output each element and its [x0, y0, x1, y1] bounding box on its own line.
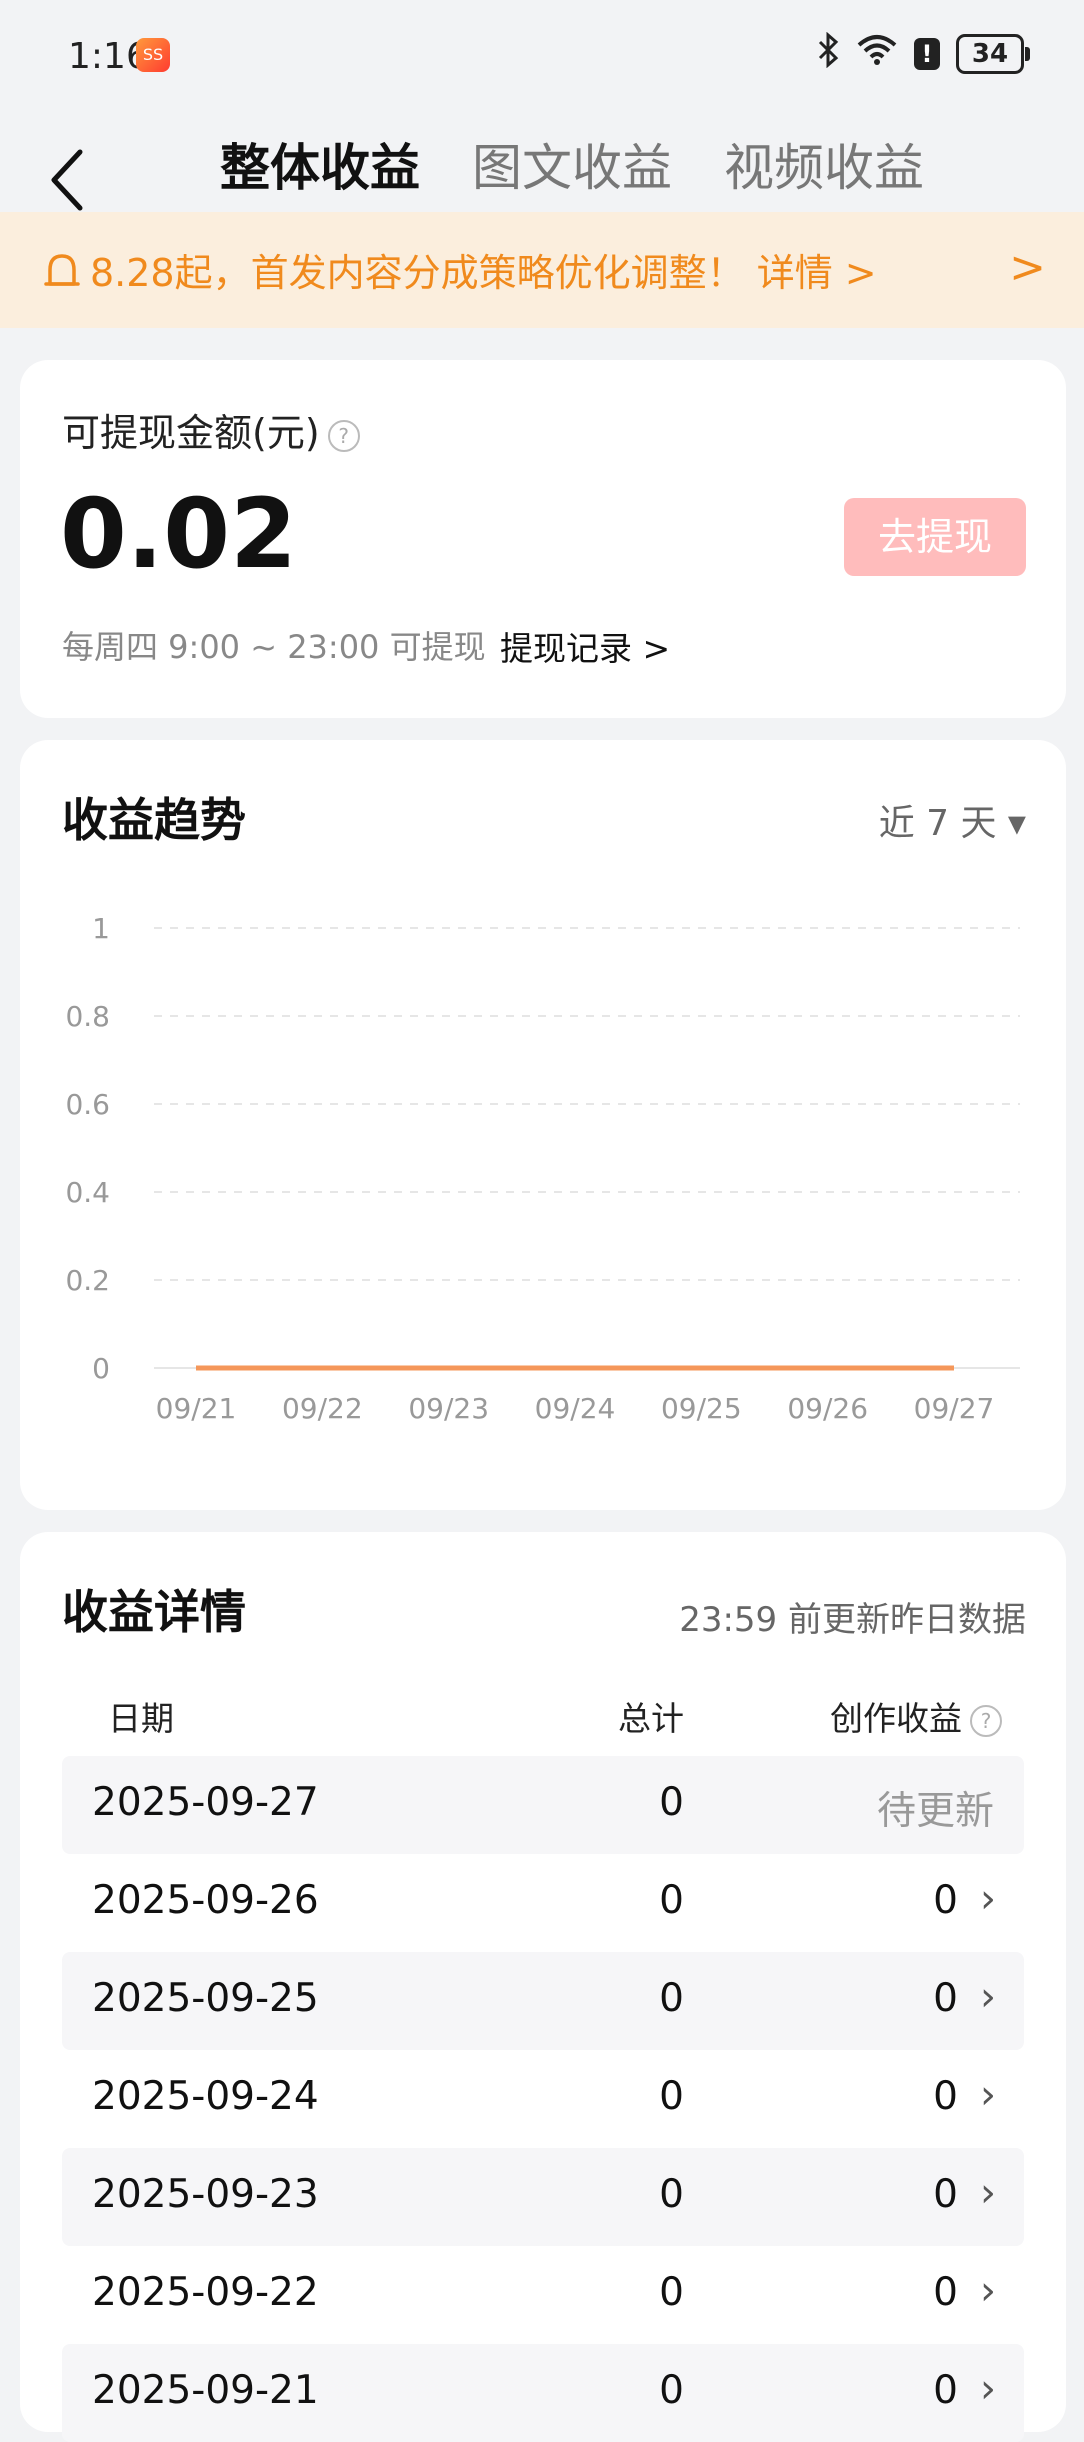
- y-tick-label: 0.8: [65, 1000, 110, 1033]
- tab-overall-earnings[interactable]: 整体收益: [220, 128, 420, 200]
- status-icons: ! 34: [816, 31, 1030, 76]
- x-tick-label: 09/22: [282, 1392, 363, 1425]
- balance-amount: 0.02: [60, 478, 297, 590]
- app-notification-icon: SS: [136, 38, 170, 72]
- row-creation: 0: [933, 2172, 958, 2217]
- bell-icon: [44, 254, 80, 286]
- row-creation: 待更新: [876, 1789, 994, 1834]
- y-tick-label: 1: [92, 912, 110, 945]
- x-tick-label: 09/26: [787, 1392, 868, 1425]
- balance-label-row: 可提现金额(元)?: [62, 402, 360, 457]
- y-tick-label: 0.4: [65, 1176, 110, 1209]
- status-bar: 1:16 SS ! 34: [0, 0, 1084, 110]
- chevron-right-icon: ›: [980, 1974, 996, 2020]
- tab-article-earnings[interactable]: 图文收益: [472, 128, 672, 200]
- y-tick-label: 0.6: [65, 1088, 110, 1121]
- header-creation-label: 创作收益: [830, 1699, 962, 1738]
- row-total: 0: [659, 2270, 684, 2315]
- withdraw-button[interactable]: 去提现: [844, 498, 1026, 576]
- back-button[interactable]: [40, 140, 100, 220]
- wifi-icon: [856, 33, 898, 75]
- row-date: 2025-09-27: [92, 1780, 319, 1825]
- x-tick-label: 09/24: [535, 1392, 616, 1425]
- row-creation: 0: [933, 2368, 958, 2413]
- bluetooth-icon: [816, 31, 840, 76]
- withdraw-schedule-note: 每周四 9:00 ~ 23:00 可提现: [62, 628, 486, 666]
- chevron-left-icon: [51, 149, 83, 211]
- battery-icon: 34: [956, 34, 1030, 74]
- row-total: 0: [659, 2172, 684, 2217]
- chevron-right-icon: ›: [980, 2170, 996, 2216]
- row-date: 2025-09-21: [92, 2368, 319, 2413]
- top-nav: 整体收益 图文收益 视频收益: [0, 110, 1084, 211]
- notice-banner[interactable]: 8.28起，首发内容分成策略优化调整！ 详情 > >: [0, 212, 1084, 328]
- alert-icon: !: [914, 38, 940, 70]
- trend-title: 收益趋势: [62, 793, 246, 847]
- row-total: 0: [659, 2368, 684, 2413]
- chevron-right-icon: >: [1009, 242, 1046, 293]
- tab-bar: 整体收益 图文收益 视频收益: [220, 128, 924, 200]
- x-tick-label: 09/21: [156, 1392, 237, 1425]
- details-title: 收益详情: [62, 1585, 246, 1639]
- row-date: 2025-09-25: [92, 1976, 319, 2021]
- table-row: 2025-09-27 0 待更新: [62, 1756, 1024, 1854]
- table-row[interactable]: 2025-09-24 0 0 ›: [62, 2050, 1024, 2148]
- table-row[interactable]: 2025-09-22 0 0 ›: [62, 2246, 1024, 2344]
- table-row[interactable]: 2025-09-26 0 0 ›: [62, 1854, 1024, 1952]
- y-tick-label: 0.2: [65, 1264, 110, 1297]
- x-tick-label: 09/25: [661, 1392, 742, 1425]
- row-total: 0: [659, 1878, 684, 1923]
- row-date: 2025-09-24: [92, 2074, 319, 2119]
- row-total: 0: [659, 2074, 684, 2119]
- header-creation: 创作收益?: [830, 1692, 1002, 1740]
- earnings-trend-card: 收益趋势 近 7 天 ▾ 0 0.2 0.4 0.6 0.8 1 09/21 09/22 09/…: [20, 740, 1066, 1510]
- help-icon[interactable]: ?: [327, 419, 360, 452]
- range-dropdown[interactable]: 近 7 天 ▾: [879, 794, 1026, 846]
- tab-video-earnings[interactable]: 视频收益: [724, 128, 924, 200]
- x-tick-label: 09/23: [408, 1392, 489, 1425]
- header-date: 日期: [108, 1699, 174, 1738]
- row-date: 2025-09-22: [92, 2270, 319, 2315]
- chevron-right-icon: ›: [980, 2072, 996, 2118]
- table-row[interactable]: 2025-09-25 0 0 ›: [62, 1952, 1024, 2050]
- earnings-details-card: 收益详情 23:59 前更新昨日数据 日期 总计 创作收益? 2025-09-2…: [20, 1532, 1066, 2442]
- balance-card: 可提现金额(元)? 0.02 去提现 每周四 9:00 ~ 23:00 可提现 …: [20, 360, 1066, 718]
- update-note: 23:59 前更新昨日数据: [679, 1600, 1026, 1640]
- chevron-right-icon: ›: [980, 2268, 996, 2314]
- row-creation: 0: [933, 2270, 958, 2315]
- row-date: 2025-09-23: [92, 2172, 319, 2217]
- balance-label: 可提现金额(元): [62, 411, 320, 455]
- header-total: 总计: [618, 1699, 684, 1738]
- table-header: 日期 总计 创作收益?: [62, 1684, 1024, 1744]
- chevron-right-icon: ›: [980, 2366, 996, 2412]
- row-creation: 0: [933, 2074, 958, 2119]
- help-icon[interactable]: ?: [970, 1704, 1002, 1737]
- row-total: 0: [659, 1780, 684, 1825]
- row-date: 2025-09-26: [92, 1878, 319, 1923]
- row-total: 0: [659, 1976, 684, 2021]
- table-row[interactable]: 2025-09-21 0 0 ›: [62, 2344, 1024, 2442]
- row-creation: 0: [933, 1878, 958, 1923]
- table-row[interactable]: 2025-09-23 0 0 ›: [62, 2148, 1024, 2246]
- chevron-right-icon: ›: [980, 1876, 996, 1922]
- trend-chart: 0 0.2 0.4 0.6 0.8 1 09/21 09/22 09/23 09/24 09/25 0…: [65, 912, 1020, 1425]
- banner-text: 8.28起，首发内容分成策略优化调整！ 详情 >: [90, 251, 877, 295]
- row-creation: 0: [933, 1976, 958, 2021]
- y-tick-label: 0: [92, 1352, 110, 1385]
- withdraw-record-link[interactable]: 提现记录 >: [500, 622, 670, 670]
- details-table: 2025-09-27 0 待更新 2025-09-26 0 0 › 2025-0…: [62, 1756, 1024, 2442]
- x-tick-label: 09/27: [914, 1392, 995, 1425]
